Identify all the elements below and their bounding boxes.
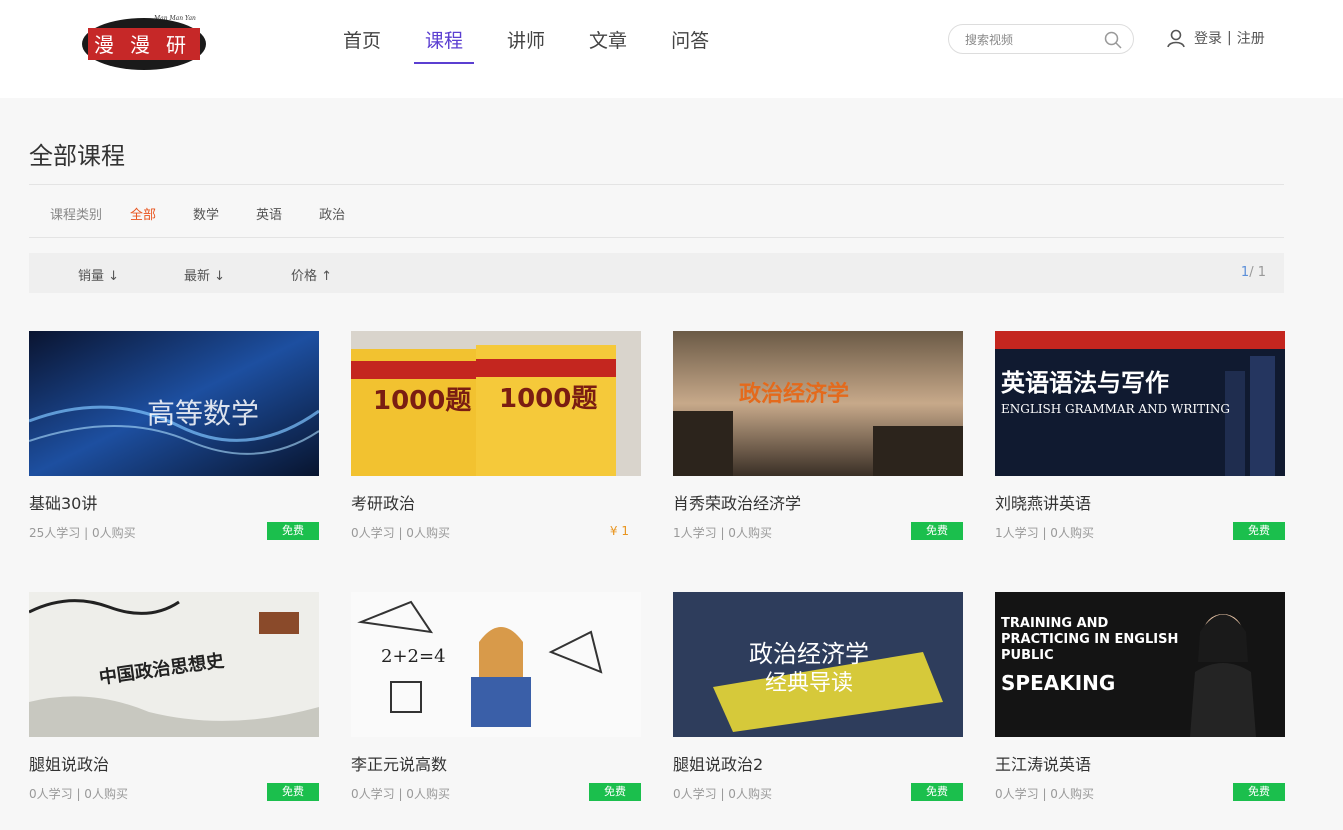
free-badge: 免费: [267, 783, 319, 801]
course-title[interactable]: 王江涛说英语: [995, 751, 1285, 774]
course-stats: 25人学习 | 0人购买: [29, 526, 136, 540]
course-stats: 0人学习 | 0人购买: [673, 787, 772, 801]
course-thumbnail[interactable]: 政治经济学: [673, 331, 963, 476]
divider: [29, 237, 1284, 238]
course-meta: 0人学习 | 0人购买 免费: [29, 783, 319, 805]
course-thumbnail[interactable]: 英语语法与写作 ENGLISH GRAMMAR AND WRITING: [995, 331, 1285, 476]
free-badge: 免费: [911, 783, 963, 801]
page-title: 全部课程: [29, 142, 125, 170]
user-area: 登录 | 注册: [1166, 28, 1265, 48]
search-icon[interactable]: [1103, 30, 1123, 50]
search-box: [948, 24, 1134, 54]
course-thumbnail[interactable]: 1000题 1000题: [351, 331, 641, 476]
course-card[interactable]: 政治经济学 经典导读 腿姐说政治2 0人学习 | 0人购买 免费: [673, 592, 963, 805]
register-link[interactable]: 注册: [1237, 28, 1265, 48]
course-meta: 0人学习 | 0人购买 免费: [673, 783, 963, 805]
course-thumbnail[interactable]: TRAINING AND PRACTICING IN ENGLISH PUBLI…: [995, 592, 1285, 737]
course-title[interactable]: 腿姐说政治: [29, 751, 319, 774]
course-card[interactable]: 中国政治思想史 腿姐说政治 0人学习 | 0人购买 免费: [29, 592, 319, 805]
course-stats: 0人学习 | 0人购买: [995, 787, 1094, 801]
course-meta: 0人学习 | 0人购买 免费: [351, 783, 641, 805]
course-title[interactable]: 刘晓燕讲英语: [995, 490, 1285, 513]
course-card[interactable]: 高等数学 基础30讲 25人学习 | 0人购买 免费: [29, 331, 319, 544]
course-meta: 0人学习 | 0人购买 免费: [995, 783, 1285, 805]
course-title[interactable]: 腿姐说政治2: [673, 751, 963, 774]
svg-text:ENGLISH GRAMMAR AND WRITING: ENGLISH GRAMMAR AND WRITING: [1001, 402, 1230, 416]
course-thumbnail[interactable]: 高等数学: [29, 331, 319, 476]
course-price: ¥ 1: [609, 524, 629, 538]
site-header: 漫 漫 研 Man Man Yan 首页 课程 讲师 文章 问答 登录 | 注册: [0, 0, 1343, 98]
free-badge: 免费: [1233, 522, 1285, 540]
course-stats: 0人学习 | 0人购买: [29, 787, 128, 801]
sort-bar: 销量 ↓ 最新 ↓ 价格 ↑ 1/ 1: [29, 253, 1284, 293]
sort-newest[interactable]: 最新 ↓: [184, 265, 225, 284]
svg-text:Man Man Yan: Man Man Yan: [153, 15, 196, 22]
svg-text:漫: 漫: [94, 33, 114, 57]
divider: [29, 184, 1284, 185]
course-meta: 0人学习 | 0人购买 ¥ 1: [351, 524, 641, 544]
svg-text:1000题: 1000题: [499, 384, 597, 414]
pager: 1/ 1: [1241, 265, 1266, 280]
course-stats: 1人学习 | 0人购买: [673, 526, 772, 540]
free-badge: 免费: [267, 522, 319, 540]
login-link[interactable]: 登录: [1194, 28, 1222, 48]
course-thumbnail[interactable]: 2+2=4: [351, 592, 641, 737]
course-card[interactable]: 1000题 1000题 考研政治 0人学习 | 0人购买 ¥ 1: [351, 331, 641, 544]
course-stats: 1人学习 | 0人购买: [995, 526, 1094, 540]
svg-text:政治经济学: 政治经济学: [749, 640, 869, 668]
nav-articles[interactable]: 文章: [589, 26, 627, 64]
main-nav: 首页 课程 讲师 文章 问答: [343, 26, 753, 64]
free-badge: 免费: [911, 522, 963, 540]
course-stats: 0人学习 | 0人购买: [351, 526, 450, 540]
free-badge: 免费: [1233, 783, 1285, 801]
course-meta: 25人学习 | 0人购买 免费: [29, 522, 319, 544]
category-politics[interactable]: 政治: [319, 204, 345, 223]
nav-home[interactable]: 首页: [343, 26, 381, 64]
svg-text:英语语法与写作: 英语语法与写作: [1001, 369, 1169, 397]
user-icon: [1167, 29, 1185, 48]
svg-text:政治经济学: 政治经济学: [739, 381, 849, 407]
svg-text:高等数学: 高等数学: [147, 397, 259, 430]
site-logo[interactable]: 漫 漫 研 Man Man Yan: [78, 10, 210, 72]
svg-text:经典导读: 经典导读: [765, 671, 853, 696]
course-title[interactable]: 李正元说高数: [351, 751, 641, 774]
course-title[interactable]: 基础30讲: [29, 490, 319, 513]
category-all[interactable]: 全部: [130, 204, 156, 223]
course-card[interactable]: TRAINING AND PRACTICING IN ENGLISH PUBLI…: [995, 592, 1285, 805]
course-stats: 0人学习 | 0人购买: [351, 787, 450, 801]
course-title[interactable]: 肖秀荣政治经济学: [673, 490, 963, 513]
svg-text:SPEAKING: SPEAKING: [1001, 671, 1115, 695]
sort-sales[interactable]: 销量 ↓: [78, 265, 119, 284]
category-english[interactable]: 英语: [256, 204, 282, 223]
svg-text:漫: 漫: [130, 33, 150, 57]
nav-teachers[interactable]: 讲师: [507, 26, 545, 64]
course-title[interactable]: 考研政治: [351, 490, 641, 513]
pager-current: 1: [1240, 265, 1250, 280]
nav-qa[interactable]: 问答: [671, 26, 709, 64]
svg-text:1000题: 1000题: [373, 386, 471, 416]
course-meta: 1人学习 | 0人购买 免费: [673, 522, 963, 544]
course-card[interactable]: 2+2=4 李正元说高数 0人学习 | 0人购买 免费: [351, 592, 641, 805]
category-math[interactable]: 数学: [193, 204, 219, 223]
course-meta: 1人学习 | 0人购买 免费: [995, 522, 1285, 544]
separator: |: [1227, 30, 1232, 46]
free-badge: 免费: [589, 783, 641, 801]
course-thumbnail[interactable]: 中国政治思想史: [29, 592, 319, 737]
course-thumbnail[interactable]: 政治经济学 经典导读: [673, 592, 963, 737]
svg-text:研: 研: [166, 33, 186, 57]
course-card[interactable]: 政治经济学 肖秀荣政治经济学 1人学习 | 0人购买 免费: [673, 331, 963, 544]
category-label: 课程类别: [50, 208, 103, 223]
search-input[interactable]: [965, 31, 1095, 48]
course-card[interactable]: 英语语法与写作 ENGLISH GRAMMAR AND WRITING 刘晓燕讲…: [995, 331, 1285, 544]
sort-price[interactable]: 价格 ↑: [291, 265, 332, 284]
pager-total: / 1: [1249, 265, 1266, 280]
category-filter: 课程类别 全部 数学 英语 政治: [50, 204, 382, 223]
nav-courses[interactable]: 课程: [414, 26, 475, 64]
svg-text:2+2=4: 2+2=4: [381, 646, 446, 667]
